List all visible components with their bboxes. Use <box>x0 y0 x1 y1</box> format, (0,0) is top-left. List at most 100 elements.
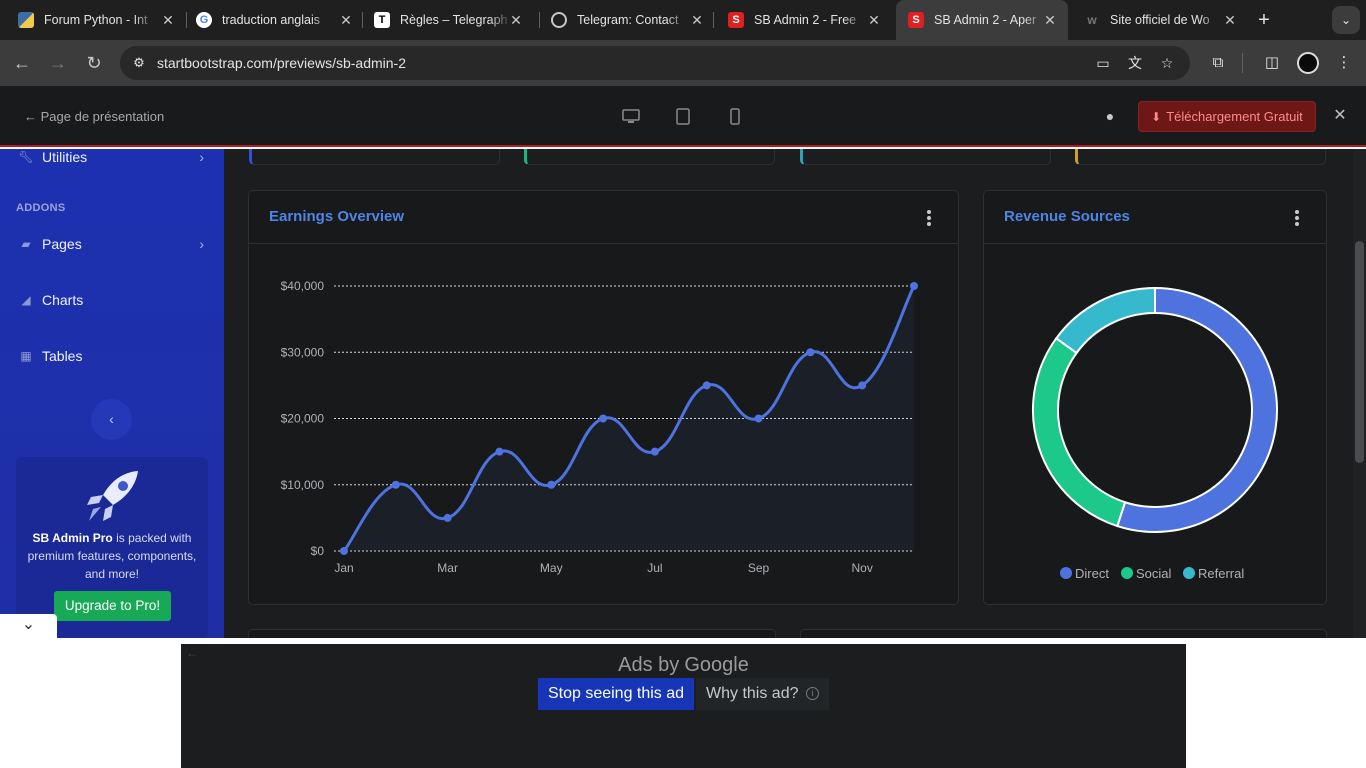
doughnut-slice <box>1116 286 1278 533</box>
forward-arrow-icon[interactable]: → <box>47 52 69 74</box>
data-point <box>702 381 711 390</box>
tab-search-button[interactable]: ⌄ <box>1332 6 1360 34</box>
folder-icon: ▰ <box>21 237 31 251</box>
x-tick-label: Jul <box>647 561 662 575</box>
card-title: Earnings Overview <box>269 208 405 225</box>
revenue-sources-card: Revenue Sources Direct Social Referral <box>983 190 1327 605</box>
globe-icon <box>551 12 567 28</box>
sidebar-toggle-button[interactable]: ‹ <box>91 399 132 440</box>
data-point <box>599 414 608 423</box>
free-download-button[interactable]: ⬇ Téléchargement Gratuit <box>1138 101 1316 132</box>
ad-area: ← Ads by Google Stop seeing this ad Why … <box>0 638 1366 768</box>
browser-tab[interactable]: Forum Python - Int ✕ <box>0 0 186 40</box>
back-to-overview-link[interactable]: ← Page de présentation <box>24 109 164 124</box>
translate-icon[interactable]: 文 <box>1126 54 1144 72</box>
x-tick-label: Sep <box>748 561 770 575</box>
close-tab-icon[interactable]: ✕ <box>1222 12 1238 28</box>
sidebar-item-tables[interactable]: ▦ Tables <box>0 341 224 371</box>
legend-label: Social <box>1136 566 1172 581</box>
stat-card <box>800 149 1051 165</box>
address-bar[interactable]: ⚙ startbootstrap.com/previews/sb-admin-2… <box>120 46 1190 80</box>
page-viewport: 🔧︎ Utilities › ADDONS ▰ Pages › ◢ Charts… <box>0 149 1366 638</box>
doughnut-slice <box>1054 286 1156 355</box>
sidebar-item-charts[interactable]: ◢ Charts <box>0 285 224 315</box>
sidebar-heading-addons: ADDONS <box>16 202 66 214</box>
url-text[interactable]: startbootstrap.com/previews/sb-admin-2 <box>157 55 406 71</box>
table-icon: ▦ <box>20 349 32 363</box>
close-tab-icon[interactable]: ✕ <box>160 12 176 28</box>
data-point <box>495 447 504 456</box>
data-point <box>340 547 348 555</box>
github-icon[interactable]: ● <box>1101 107 1119 125</box>
x-tick-label: Nov <box>852 561 873 575</box>
profile-avatar[interactable] <box>1297 52 1319 74</box>
why-this-ad-button[interactable]: Why this ad? i <box>696 678 829 710</box>
browser-tab[interactable]: Telegram: Contact ✕ <box>533 0 715 40</box>
x-tick-label: May <box>540 561 563 575</box>
telegraph-icon: T <box>374 12 390 28</box>
scrollbar-thumb[interactable] <box>1355 241 1364 463</box>
sidebar-promo-card: SB Admin Pro is packed with premium feat… <box>16 457 208 638</box>
card-title: Revenue Sources <box>1004 208 1130 225</box>
revenue-doughnut-chart: Direct Social Referral <box>1032 286 1278 581</box>
preview-header: ← Page de présentation ● ⬇ Téléchargemen… <box>0 86 1366 147</box>
tablet-view-icon[interactable] <box>673 106 693 126</box>
data-point <box>547 480 556 489</box>
earnings-area-chart: $0 $10,000 $20,000 $30,000 $40,000 Jan Mar May J… <box>281 279 918 575</box>
x-tick-label: Mar <box>437 561 458 575</box>
legend-marker <box>1060 567 1072 579</box>
data-point <box>910 282 918 290</box>
reload-icon[interactable]: ↻ <box>83 52 105 74</box>
side-panel-icon[interactable]: ◫ <box>1262 53 1282 73</box>
bookmark-star-icon[interactable]: ☆ <box>1158 54 1176 72</box>
menu-dots-icon[interactable]: ⋮ <box>1334 53 1354 73</box>
sidebar-item-utilities[interactable]: 🔧︎ Utilities › <box>0 149 224 172</box>
chart-area-icon: ◢ <box>21 293 31 307</box>
data-point <box>391 480 400 489</box>
card-header: Revenue Sources <box>984 191 1326 244</box>
browser-tab[interactable]: S SB Admin 2 - Free ✕ <box>710 0 892 40</box>
upgrade-to-pro-button[interactable]: Upgrade to Pro! <box>54 591 171 621</box>
data-point <box>754 414 763 423</box>
close-tab-icon[interactable]: ✕ <box>1042 12 1058 28</box>
close-preview-icon[interactable]: ✕ <box>1332 106 1348 126</box>
browser-tab[interactable]: G traduction anglais ✕ <box>178 0 364 40</box>
close-tab-icon[interactable]: ✕ <box>866 12 882 28</box>
sidebar: 🔧︎ Utilities › ADDONS ▰ Pages › ◢ Charts… <box>0 149 224 638</box>
close-tab-icon[interactable]: ✕ <box>508 12 524 28</box>
data-point <box>858 381 867 390</box>
data-point <box>443 513 452 522</box>
y-tick-label: $30,000 <box>281 345 325 359</box>
close-tab-icon[interactable]: ✕ <box>338 12 354 28</box>
browser-tab-strip: Forum Python - Int ✕ G traduction anglai… <box>0 0 1366 40</box>
page-scrollbar[interactable] <box>1353 149 1366 638</box>
install-app-icon[interactable]: ▭ <box>1094 54 1112 72</box>
stat-card <box>249 149 500 165</box>
toolbar-divider <box>1242 53 1243 73</box>
more-options-icon[interactable] <box>924 209 934 227</box>
stop-seeing-ad-button[interactable]: Stop seeing this ad <box>538 678 694 710</box>
close-tab-icon[interactable]: ✕ <box>689 12 705 28</box>
extensions-icon[interactable]: ⧉ <box>1208 53 1228 73</box>
legend-marker <box>1121 567 1133 579</box>
doughnut-slice <box>1032 336 1127 528</box>
rocket-icon <box>87 471 138 521</box>
new-tab-button[interactable]: + <box>1254 10 1274 30</box>
card-header: Earnings Overview <box>249 191 958 244</box>
mobile-view-icon[interactable] <box>725 106 745 126</box>
desktop-view-icon[interactable] <box>621 106 641 126</box>
chevron-down-icon[interactable]: ⌄ <box>0 614 57 638</box>
sidebar-item-pages[interactable]: ▰ Pages › <box>0 229 224 259</box>
back-arrow-icon[interactable]: ← <box>11 52 33 74</box>
y-tick-label: $20,000 <box>281 412 325 426</box>
browser-tab[interactable]: w Site officiel de Wo ✕ <box>1066 0 1248 40</box>
legend-label: Direct <box>1075 566 1109 581</box>
download-icon: ⬇ <box>1151 109 1162 124</box>
startbootstrap-icon: S <box>908 12 924 28</box>
y-tick-label: $10,000 <box>281 478 325 492</box>
site-settings-icon[interactable]: ⚙ <box>130 54 148 72</box>
browser-tab-active[interactable]: S SB Admin 2 - Aper ✕ <box>896 0 1068 40</box>
browser-tab[interactable]: T Règles – Telegraph ✕ <box>356 0 534 40</box>
more-options-icon[interactable] <box>1292 209 1302 227</box>
chevron-right-icon: › <box>199 236 204 252</box>
